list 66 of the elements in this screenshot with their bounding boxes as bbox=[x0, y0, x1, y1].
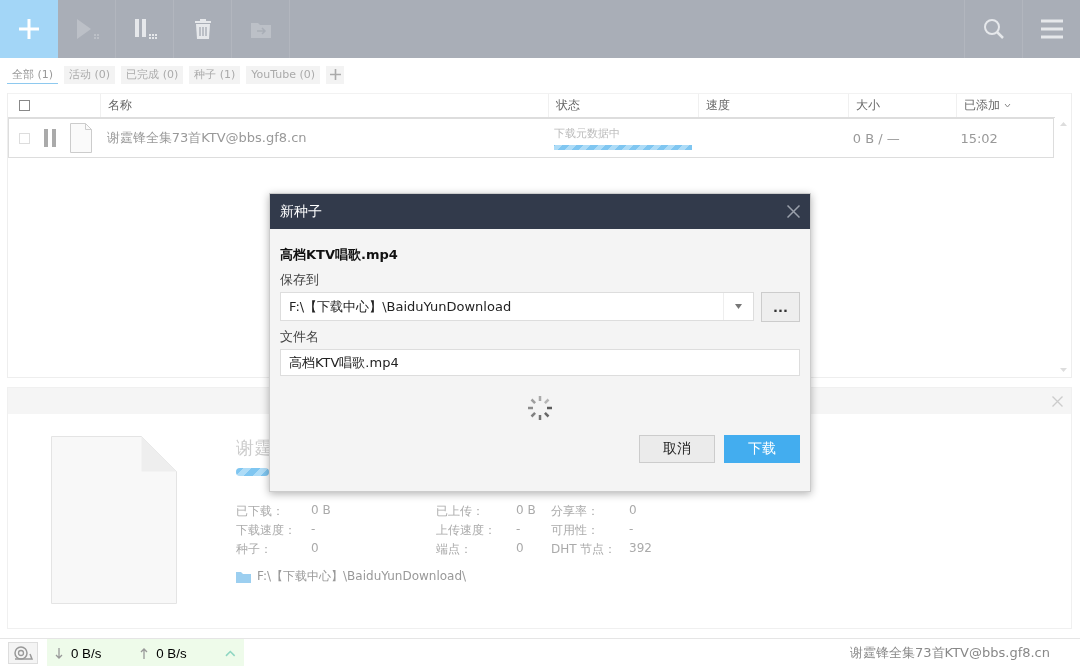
stat-label: 种子： bbox=[236, 541, 273, 558]
column-header[interactable]: 已添加 bbox=[956, 94, 1056, 117]
stat-value: 0 bbox=[311, 541, 320, 557]
dialog-title: 新种子 bbox=[280, 202, 322, 221]
stat-value: - bbox=[516, 522, 522, 538]
stat-value: 0 B bbox=[311, 503, 332, 519]
stat-value: - bbox=[629, 522, 635, 538]
column-header[interactable]: 状态 bbox=[548, 94, 698, 117]
snail-icon bbox=[12, 645, 34, 661]
stat-label: 已下载： bbox=[236, 503, 285, 520]
select-all-checkbox[interactable] bbox=[19, 100, 30, 111]
current-torrent-name: 谢霆锋全集73首KTV@bbs.gf8.cn bbox=[850, 644, 1050, 662]
stat-label: 已上传： bbox=[436, 503, 485, 520]
add-filter-button[interactable] bbox=[326, 66, 345, 84]
stat-value: 0 bbox=[516, 541, 525, 557]
file-name-label: 文件名 bbox=[280, 328, 320, 346]
speed-panel[interactable]: 0 B/s 0 B/s bbox=[47, 639, 244, 666]
column-label: 名称 bbox=[108, 97, 132, 114]
save-path-select[interactable]: F:\【下载中心】\BaiduYunDownload bbox=[280, 292, 754, 321]
download-arrow-icon bbox=[55, 647, 63, 659]
stat-value: 0 B bbox=[516, 503, 537, 519]
file-icon bbox=[51, 436, 177, 604]
stat-label: 可用性： bbox=[551, 522, 600, 539]
stat-label: DHT 节点： bbox=[551, 541, 618, 558]
plus-icon bbox=[329, 69, 341, 80]
scroll-down-icon[interactable] bbox=[1059, 368, 1067, 372]
scroll-up-icon[interactable] bbox=[1059, 122, 1067, 126]
upload-arrow-icon bbox=[140, 647, 149, 659]
browse-button[interactable]: ... bbox=[761, 292, 800, 322]
column-header[interactable]: 大小 bbox=[848, 94, 956, 117]
column-label: 状态 bbox=[556, 97, 580, 114]
file-title: 高档KTV唱歌.mp4 bbox=[280, 246, 399, 264]
save-to-label: 保存到 bbox=[280, 271, 320, 289]
stat-value: 0 bbox=[629, 503, 638, 519]
added-time: 15:02 bbox=[960, 130, 998, 146]
save-path: F:\【下载中心】\BaiduYunDownload\ bbox=[257, 568, 467, 585]
speed-limit-button[interactable] bbox=[8, 642, 38, 664]
folder-icon bbox=[236, 570, 251, 583]
stat-value: - bbox=[311, 522, 317, 538]
column-header[interactable]: 速度 bbox=[698, 94, 848, 117]
dropdown-arrow-icon bbox=[735, 304, 742, 309]
search-icon bbox=[981, 17, 1006, 41]
file-icon bbox=[70, 123, 92, 153]
row-checkbox[interactable] bbox=[19, 132, 30, 144]
speed-text: 0 B/s bbox=[71, 645, 102, 661]
column-header[interactable]: 名称 bbox=[100, 94, 548, 117]
add-button[interactable] bbox=[0, 0, 58, 58]
chevron-up-icon bbox=[225, 649, 236, 657]
stat-value: 392 bbox=[629, 541, 652, 557]
torrent-name: 谢霆锋全集73首KTV@bbs.gf8.cn bbox=[106, 130, 307, 145]
column-label: 已添加 bbox=[964, 97, 1000, 114]
cancel-button[interactable]: 取消 bbox=[639, 435, 715, 463]
size-text: 0 B / — bbox=[852, 130, 900, 146]
stat-label: 端点： bbox=[436, 541, 473, 558]
stat-label: 分享率： bbox=[551, 503, 600, 520]
stat-label: 上传速度： bbox=[436, 522, 497, 539]
status-text: 下载元数据中 bbox=[553, 126, 621, 141]
column-label: 大小 bbox=[856, 97, 880, 114]
pause-icon[interactable] bbox=[44, 129, 56, 147]
speed-text: 0 B/s bbox=[156, 645, 187, 661]
menu-icon bbox=[1039, 18, 1064, 40]
stat-label: 下载速度： bbox=[236, 522, 297, 539]
column-label: 速度 bbox=[706, 97, 730, 114]
close-icon[interactable] bbox=[787, 205, 800, 218]
file-name-field[interactable]: 高档KTV唱歌.mp4 bbox=[280, 349, 800, 376]
add-icon bbox=[16, 16, 42, 42]
